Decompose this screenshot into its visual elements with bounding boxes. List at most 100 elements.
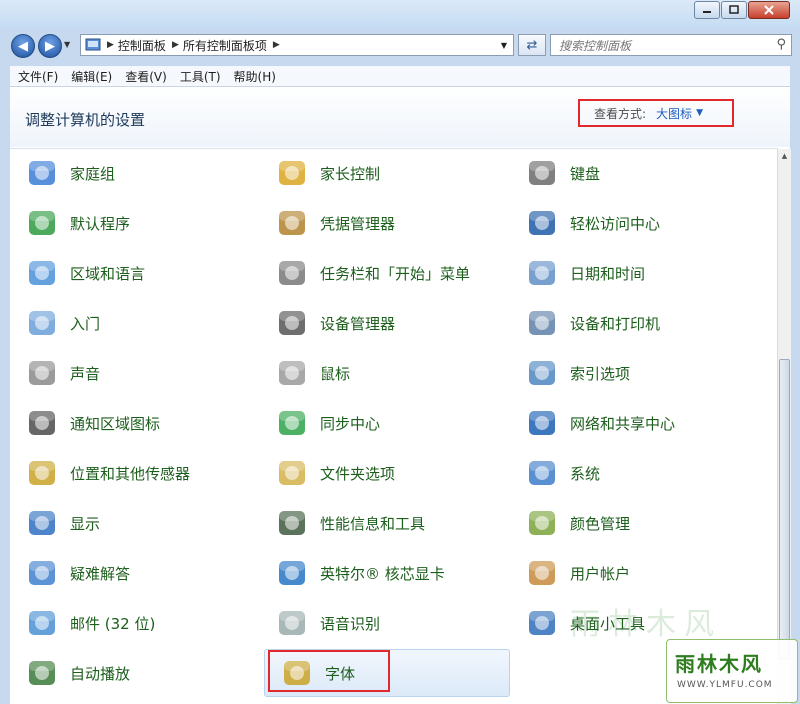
control-panel-item-label: 家长控制 xyxy=(320,164,381,183)
control-panel-item[interactable]: 日期和时间 xyxy=(510,255,750,291)
control-panel-item[interactable]: 显示 xyxy=(10,505,250,541)
control-panel-item[interactable]: 默认程序 xyxy=(10,205,250,241)
control-panel-item-label: 用户帐户 xyxy=(570,564,631,583)
control-panel-item[interactable]: 文件夹选项 xyxy=(260,455,500,491)
control-panel-item-label: 英特尔® 核芯显卡 xyxy=(320,564,445,583)
desktop-gadgets-icon xyxy=(529,611,555,635)
maximize-button[interactable] xyxy=(721,1,747,19)
close-button[interactable] xyxy=(748,1,790,19)
autoplay-icon xyxy=(29,661,55,685)
control-panel-item[interactable]: 设备和打印机 xyxy=(510,305,750,341)
control-panel-item-label: 键盘 xyxy=(570,164,601,183)
date-time-icon xyxy=(529,261,555,285)
scroll-up-icon[interactable]: ▲ xyxy=(778,149,791,163)
search-box[interactable]: ⚲ xyxy=(550,34,792,56)
folder-options-icon xyxy=(279,461,305,485)
control-panel-item[interactable]: 颜色管理 xyxy=(510,505,750,541)
control-panel-item[interactable]: 网络和共享中心 xyxy=(510,405,750,441)
control-panel-item[interactable]: 邮件 (32 位) xyxy=(10,605,250,641)
search-input[interactable] xyxy=(557,36,771,56)
scrollbar-thumb[interactable] xyxy=(779,359,790,659)
control-panel-item[interactable]: 位置和其他传感器 xyxy=(10,455,250,491)
parental-controls-icon xyxy=(279,161,305,185)
control-panel-item-label: 文件夹选项 xyxy=(320,464,396,483)
control-panel-item-label: 网络和共享中心 xyxy=(570,414,676,433)
credential-manager-icon xyxy=(279,211,305,235)
breadcrumb-control-panel[interactable]: 控制面板 xyxy=(118,37,166,54)
highlight-box xyxy=(268,650,390,692)
control-panel-item-label: 疑难解答 xyxy=(70,564,131,583)
refresh-button[interactable]: ⇄ xyxy=(518,34,546,56)
view-by-dropdown[interactable]: 大图标 xyxy=(656,105,692,122)
device-manager-icon xyxy=(279,311,305,335)
control-panel-item[interactable]: 声音 xyxy=(10,355,250,391)
search-icon[interactable]: ⚲ xyxy=(776,37,786,52)
control-panel-item[interactable]: 用户帐户 xyxy=(510,555,750,591)
network-sharing-icon xyxy=(529,411,555,435)
watermark-text: 雨林木风 xyxy=(570,607,722,642)
control-panel-item[interactable]: 轻松访问中心 xyxy=(510,205,750,241)
control-panel-item-label: 入门 xyxy=(70,314,101,333)
title-bar xyxy=(0,0,800,28)
control-panel-item[interactable]: 家长控制 xyxy=(260,155,500,191)
chevron-down-icon[interactable]: ▼ xyxy=(696,108,703,118)
breadcrumb-separator-icon: ▶ xyxy=(171,40,179,50)
refresh-icon: ⇄ xyxy=(526,37,538,53)
control-panel-item[interactable]: 键盘 xyxy=(510,155,750,191)
address-dropdown-icon[interactable]: ▼ xyxy=(501,41,507,50)
breadcrumb-all-items[interactable]: 所有控制面板项 xyxy=(183,37,267,54)
recent-pages-dropdown[interactable]: ▼ xyxy=(64,40,70,49)
control-panel-item[interactable]: 疑难解答 xyxy=(10,555,250,591)
region-language-icon xyxy=(29,261,55,285)
control-panel-item[interactable]: 入门 xyxy=(10,305,250,341)
menu-edit[interactable]: 编辑(E) xyxy=(63,68,117,85)
color-management-icon xyxy=(529,511,555,535)
menu-tools[interactable]: 工具(T) xyxy=(172,68,226,85)
control-panel-item-label: 轻松访问中心 xyxy=(570,214,661,233)
control-panel-item[interactable]: 英特尔® 核芯显卡 xyxy=(260,555,500,591)
minimize-button[interactable] xyxy=(694,1,720,19)
mail-icon xyxy=(29,611,55,635)
menu-file[interactable]: 文件(F) xyxy=(10,68,63,85)
control-panel-item[interactable]: 鼠标 xyxy=(260,355,500,391)
address-bar[interactable]: ▶ 控制面板 ▶ 所有控制面板项 ▶ ▼ xyxy=(80,34,514,56)
control-panel-item[interactable]: 任务栏和「开始」菜单 xyxy=(260,255,500,291)
user-accounts-icon xyxy=(529,561,555,585)
control-panel-item[interactable]: 凭据管理器 xyxy=(260,205,500,241)
menu-view[interactable]: 查看(V) xyxy=(117,68,172,85)
page-title: 调整计算机的设置 xyxy=(25,111,146,129)
control-panel-item[interactable]: 同步中心 xyxy=(260,405,500,441)
forward-button[interactable]: ▶ xyxy=(38,34,62,58)
ease-of-access-icon xyxy=(529,211,555,235)
taskbar-start-icon xyxy=(279,261,305,285)
indexing-options-icon xyxy=(529,361,555,385)
control-panel-icon xyxy=(85,38,101,51)
control-panel-item[interactable]: 家庭组 xyxy=(10,155,250,191)
control-panel-item-label: 通知区域图标 xyxy=(70,414,161,433)
control-panel-item[interactable]: 区域和语言 xyxy=(10,255,250,291)
content-pane: 调整计算机的设置 查看方式: 大图标 ▼ 家庭组 家长控制 键盘默认程序 凭据管理器 轻… xyxy=(10,87,791,704)
site-logo: 雨林木风 WWW.YLMFU.COM xyxy=(666,639,798,703)
window-controls xyxy=(693,1,790,19)
menu-help[interactable]: 帮助(H) xyxy=(226,68,281,85)
performance-icon xyxy=(279,511,305,535)
display-icon xyxy=(29,511,55,535)
system-icon xyxy=(529,461,555,485)
control-panel-item[interactable]: 索引选项 xyxy=(510,355,750,391)
control-panel-item[interactable]: 设备管理器 xyxy=(260,305,500,341)
control-panel-item[interactable]: 自动播放 xyxy=(10,655,250,691)
devices-printers-icon xyxy=(529,311,555,335)
control-panel-item[interactable]: 性能信息和工具 xyxy=(260,505,500,541)
control-panel-item[interactable]: 通知区域图标 xyxy=(10,405,250,441)
breadcrumb-separator-icon: ▶ xyxy=(107,40,114,50)
view-by-control: 查看方式: 大图标 ▼ xyxy=(578,99,734,127)
sync-center-icon xyxy=(279,411,305,435)
control-panel-item-label: 区域和语言 xyxy=(70,264,146,283)
getting-started-icon xyxy=(29,311,55,335)
vertical-scrollbar[interactable]: ▲ xyxy=(777,149,791,704)
back-button[interactable]: ◀ xyxy=(11,34,35,58)
control-panel-item[interactable]: 语音识别 xyxy=(260,605,500,641)
control-panel-item-label: 设备管理器 xyxy=(320,314,396,333)
control-panel-item[interactable]: 系统 xyxy=(510,455,750,491)
control-panel-item-label: 自动播放 xyxy=(70,664,131,683)
